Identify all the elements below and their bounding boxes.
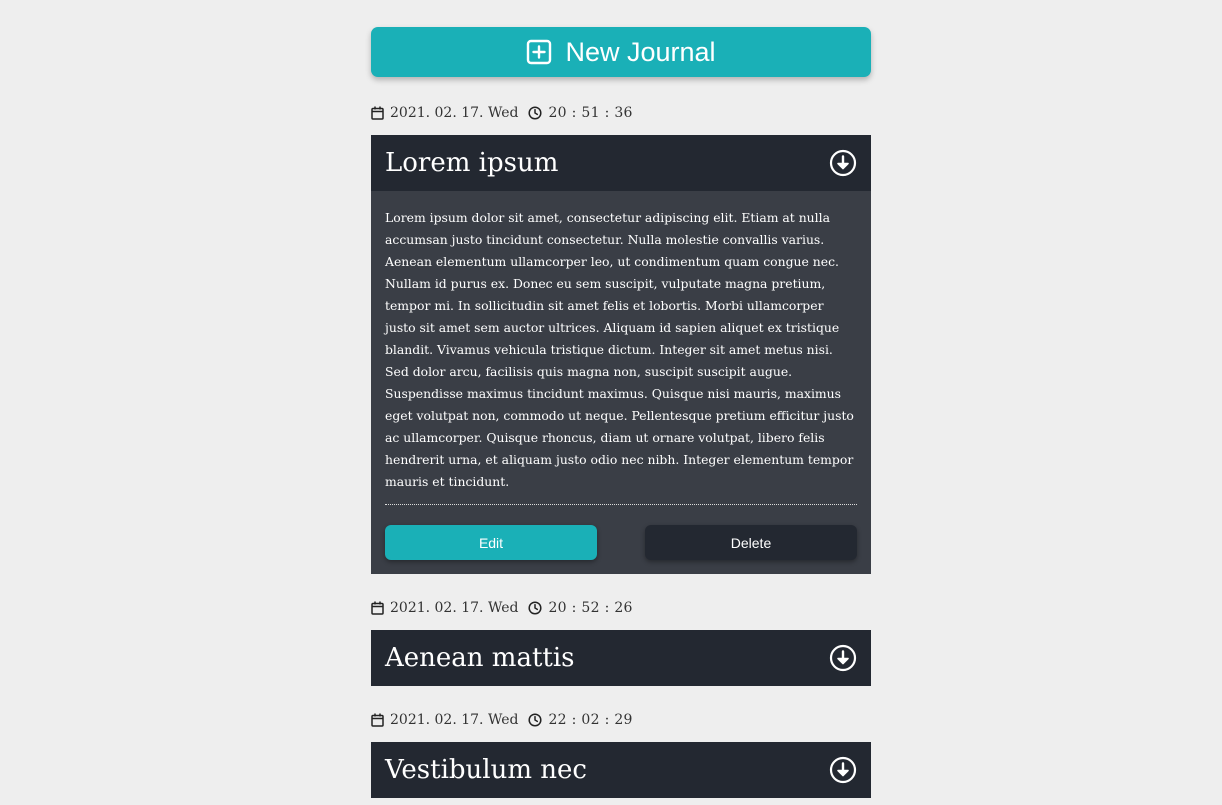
- entry-meta: 2021. 02. 17. Wed 22 : 02 : 29: [371, 710, 871, 730]
- entry-text: Lorem ipsum dolor sit amet, consectetur …: [385, 207, 857, 505]
- calendar-icon: [371, 713, 384, 727]
- entry-header[interactable]: Aenean mattis: [371, 630, 871, 686]
- clock-icon: [528, 601, 543, 615]
- arrow-down-circle-icon[interactable]: [829, 756, 857, 784]
- entry-title: Lorem ipsum: [385, 148, 559, 178]
- entry-actions: Edit Delete: [385, 525, 857, 560]
- calendar-icon: [371, 106, 384, 120]
- entry-time: 20 : 52 : 26: [548, 600, 633, 616]
- entry-time: 20 : 51 : 36: [548, 105, 633, 121]
- clock-icon: [528, 106, 543, 120]
- calendar-icon: [371, 601, 384, 615]
- delete-button[interactable]: Delete: [645, 525, 857, 560]
- edit-button[interactable]: Edit: [385, 525, 597, 560]
- entry-date: 2021. 02. 17. Wed: [390, 600, 519, 616]
- arrow-down-circle-icon[interactable]: [829, 149, 857, 177]
- entry-date: 2021. 02. 17. Wed: [390, 105, 519, 121]
- entry-title: Vestibulum nec: [385, 755, 587, 785]
- new-journal-button[interactable]: New Journal: [371, 27, 871, 77]
- entry-date: 2021. 02. 17. Wed: [390, 712, 519, 728]
- plus-square-icon: [526, 39, 552, 65]
- entry-title: Aenean mattis: [385, 643, 575, 673]
- entry-header[interactable]: Lorem ipsum: [371, 135, 871, 191]
- entry-header[interactable]: Vestibulum nec: [371, 742, 871, 798]
- entry-time: 22 : 02 : 29: [548, 712, 633, 728]
- journal-entry: 2021. 02. 17. Wed 20 : 52 : 26 Aenean ma…: [371, 598, 871, 686]
- new-journal-label: New Journal: [565, 36, 716, 67]
- entry-meta: 2021. 02. 17. Wed 20 : 52 : 26: [371, 598, 871, 618]
- journal-entry: 2021. 02. 17. Wed 20 : 51 : 36 Lorem ips…: [371, 103, 871, 574]
- journal-column: New Journal 2021. 02. 17. Wed 20 : 51: …: [371, 27, 871, 798]
- entry-meta: 2021. 02. 17. Wed 20 : 51 : 36: [371, 103, 871, 123]
- clock-icon: [528, 713, 543, 727]
- arrow-down-circle-icon[interactable]: [829, 644, 857, 672]
- entry-body: Lorem ipsum dolor sit amet, consectetur …: [371, 191, 871, 574]
- journal-entry: 2021. 02. 17. Wed 22 : 02 : 29 Vestibulu…: [371, 710, 871, 798]
